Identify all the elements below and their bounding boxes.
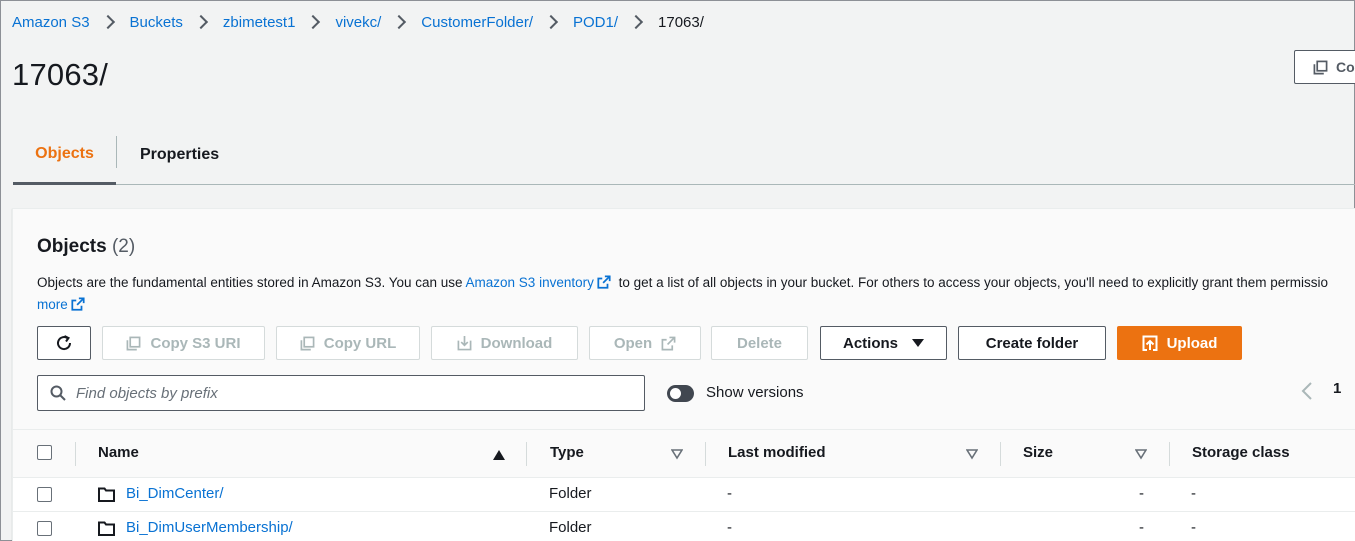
external-link-icon (71, 297, 85, 311)
column-header-storage-class[interactable]: Storage class (1192, 444, 1290, 461)
breadcrumb: Amazon S3 Buckets zbimetest1 vivekc/ Cus… (12, 12, 704, 32)
breadcrumb-amazon-s3[interactable]: Amazon S3 (12, 14, 90, 31)
actions-label: Actions (842, 334, 898, 352)
create-folder-button[interactable]: Create folder (958, 326, 1106, 360)
folder-icon (98, 487, 115, 502)
copy-s3-uri-button-top[interactable]: Co (1294, 50, 1355, 84)
tab-properties[interactable]: Properties (140, 126, 219, 184)
breadcrumb-current: 17063/ (658, 13, 704, 31)
learn-more-link[interactable]: more (37, 297, 68, 312)
pagination-current-page[interactable]: 1 (1333, 380, 1341, 397)
table-row: Bi_DimUserMembership/ Folder - - - (13, 512, 1355, 541)
delete-label: Delete (736, 334, 783, 352)
column-divider (705, 442, 706, 466)
column-header-name[interactable]: Name (98, 444, 139, 461)
breadcrumb-folder-vivekc[interactable]: vivekc/ (335, 14, 381, 31)
copy-button-label: Co (1336, 59, 1355, 75)
object-last-modified: - (727, 485, 732, 502)
search-box (37, 375, 645, 411)
caret-down-icon (912, 338, 924, 347)
tab-bar: Objects Properties (13, 126, 1355, 185)
description-text-1: Objects are the fundamental entities sto… (37, 275, 466, 290)
chevron-right-icon (100, 14, 115, 30)
chevron-right-icon (306, 14, 321, 30)
upload-label: Upload (1166, 334, 1218, 352)
object-last-modified: - (727, 519, 732, 536)
show-versions-toggle[interactable] (667, 385, 694, 402)
refresh-button[interactable] (37, 326, 91, 360)
object-type: Folder (549, 485, 592, 502)
chevron-right-icon (628, 14, 644, 30)
copy-s3-uri-button[interactable]: Copy S3 URI (102, 326, 265, 360)
download-label: Download (480, 334, 553, 352)
show-versions-label: Show versions (706, 384, 804, 401)
create-folder-label: Create folder (985, 334, 1079, 352)
select-all-checkbox[interactable] (37, 445, 52, 460)
page-title: 17063/ (12, 57, 109, 92)
breadcrumb-folder-customer[interactable]: CustomerFolder/ (421, 14, 533, 31)
column-divider (526, 442, 527, 466)
objects-count: (2) (111, 236, 136, 257)
search-input[interactable] (76, 384, 596, 402)
object-storage-class: - (1191, 485, 1196, 502)
tab-divider (116, 136, 117, 168)
open-button[interactable]: Open (589, 326, 701, 360)
search-icon (50, 385, 66, 401)
sort-ascending-icon[interactable] (493, 449, 505, 461)
column-divider (1000, 442, 1001, 466)
objects-heading: Objects (2) (37, 236, 135, 258)
row-checkbox[interactable] (37, 487, 52, 502)
objects-panel: Objects (2) Objects are the fundamental … (12, 208, 1355, 541)
sort-icon[interactable] (1135, 448, 1147, 460)
description-text-2: to get a list of all objects in your buc… (614, 275, 1329, 290)
folder-icon (98, 521, 115, 536)
objects-description: Objects are the fundamental entities sto… (37, 272, 1355, 316)
object-type: Folder (549, 519, 592, 536)
open-label: Open (613, 334, 653, 352)
object-name-link[interactable]: Bi_DimCenter/ (126, 485, 224, 502)
copy-icon (1313, 60, 1328, 74)
upload-icon (1142, 335, 1158, 351)
copy-icon (127, 336, 141, 350)
column-divider (1169, 442, 1170, 466)
delete-button[interactable]: Delete (711, 326, 808, 360)
chevron-right-icon (193, 14, 208, 30)
sort-icon[interactable] (671, 448, 683, 460)
copy-url-button[interactable]: Copy URL (276, 326, 420, 360)
column-header-last-modified[interactable]: Last modified (728, 444, 826, 461)
upload-button[interactable]: Upload (1117, 326, 1242, 360)
breadcrumb-buckets[interactable]: Buckets (130, 14, 183, 31)
object-size: - (1139, 519, 1144, 536)
object-storage-class: - (1191, 519, 1196, 536)
object-name-link[interactable]: Bi_DimUserMembership/ (126, 519, 293, 536)
column-header-type[interactable]: Type (550, 444, 584, 461)
breadcrumb-bucket[interactable]: zbimetest1 (223, 14, 296, 31)
table-header: Name Type Last modified Size Storage cla… (13, 429, 1355, 478)
refresh-icon (57, 335, 72, 351)
copy-s3-uri-label: Copy S3 URI (150, 334, 241, 352)
external-link-icon (661, 336, 676, 350)
breadcrumb-folder-pod1[interactable]: POD1/ (573, 14, 618, 31)
actions-dropdown-button[interactable]: Actions (820, 326, 947, 360)
external-link-icon (597, 275, 611, 289)
download-button[interactable]: Download (431, 326, 578, 360)
download-icon (457, 335, 472, 351)
column-divider (75, 442, 76, 466)
table-row: Bi_DimCenter/ Folder - - - (13, 478, 1355, 512)
chevron-left-icon[interactable] (1299, 381, 1317, 401)
chevron-right-icon (392, 14, 407, 30)
objects-heading-label: Objects (37, 236, 107, 257)
tab-objects[interactable]: Objects (13, 126, 116, 185)
copy-url-label: Copy URL (323, 334, 397, 352)
s3-inventory-link[interactable]: Amazon S3 inventory (466, 275, 594, 290)
row-checkbox[interactable] (37, 521, 52, 536)
sort-icon[interactable] (966, 448, 978, 460)
column-header-size[interactable]: Size (1023, 444, 1053, 461)
object-size: - (1139, 485, 1144, 502)
copy-icon (300, 336, 315, 350)
chevron-right-icon (543, 14, 559, 30)
